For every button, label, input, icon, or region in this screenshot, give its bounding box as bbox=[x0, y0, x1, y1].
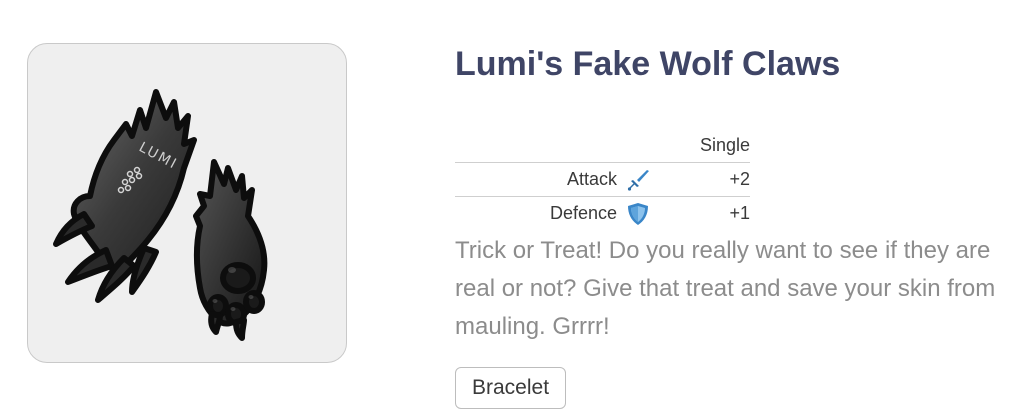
stat-value: +2 bbox=[659, 162, 750, 197]
stat-value: +1 bbox=[729, 203, 750, 223]
stats-column-header: Single bbox=[659, 129, 750, 163]
item-image-card: LUMI bbox=[27, 43, 347, 363]
wolf-claws-icon: LUMI bbox=[53, 89, 268, 341]
sword-icon bbox=[625, 167, 651, 193]
shield-icon bbox=[625, 201, 651, 227]
stat-row-attack: Attack +2 bbox=[455, 162, 750, 197]
stats-table: Single Attack +2 Defence +1 bbox=[455, 129, 750, 230]
stat-label: Attack bbox=[455, 162, 625, 197]
item-description: Trick or Treat! Do you really want to se… bbox=[455, 237, 996, 340]
stat-label: Defence bbox=[549, 203, 617, 223]
stat-row-defence: Defence +1 bbox=[455, 197, 750, 231]
stats-header-row: Single bbox=[455, 129, 750, 163]
bracelet-tag-button[interactable]: Bracelet bbox=[455, 367, 567, 409]
item-title: Lumi's Fake Wolf Claws bbox=[455, 45, 841, 83]
